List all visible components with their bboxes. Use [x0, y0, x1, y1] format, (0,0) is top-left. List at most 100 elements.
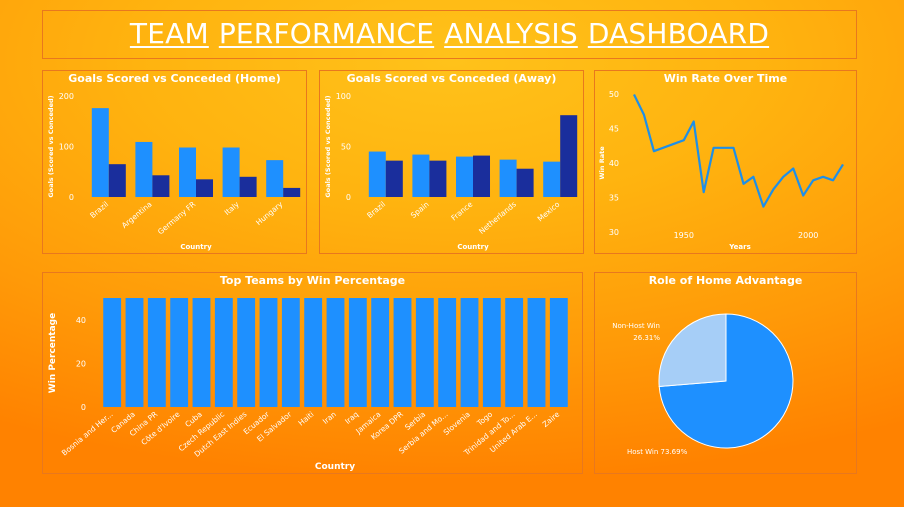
y-tick-label: 0	[81, 403, 86, 412]
y-axis-title: Goals (Scored vs Conceded)	[47, 95, 55, 197]
bar	[482, 298, 501, 407]
bar	[304, 298, 323, 407]
y-tick-label: 200	[59, 92, 74, 101]
y-tick-label: 35	[609, 194, 619, 203]
dashboard-title: TEAM PERFORMANCE ANALYSIS DASHBOARD	[43, 17, 856, 50]
y-axis-title: Win Percentage	[48, 313, 58, 393]
bar	[429, 160, 447, 197]
y-tick-label: 45	[609, 124, 619, 133]
y-tick-label: 100	[336, 92, 351, 101]
x-axis-title: Country	[180, 243, 212, 251]
bar	[415, 298, 434, 407]
bar	[125, 298, 144, 407]
win-rate-chart-panel[interactable]: Win Rate Over Time 30 35 40 45 50 1950 2000 Yea…	[594, 70, 857, 254]
pie-label-nonhost: Non-Host Win	[612, 322, 660, 330]
x-tick-label: Argentina	[120, 200, 154, 230]
x-tick-label: Mexico	[536, 199, 562, 223]
title-word: PERFORMANCE	[218, 17, 435, 50]
x-tick-label: Zaire	[541, 409, 562, 429]
y-tick-label: 100	[59, 143, 74, 152]
bar	[473, 155, 491, 197]
y-tick-label: 0	[346, 193, 351, 202]
home-advantage-chart-panel[interactable]: Role of Home Advantage Host Win 73.69% No…	[594, 272, 857, 474]
bar	[239, 176, 257, 197]
x-tick-label: 1950	[674, 231, 694, 240]
bar	[91, 108, 109, 197]
bar	[266, 160, 284, 197]
pie-label-host: Host Win 73.69%	[627, 448, 688, 456]
y-tick-label: 50	[609, 90, 619, 99]
bar	[455, 156, 473, 197]
bar	[152, 175, 170, 197]
dashboard-title-panel: TEAM PERFORMANCE ANALYSIS DASHBOARD	[42, 10, 857, 59]
bar	[516, 168, 534, 197]
bar	[222, 147, 240, 197]
bar	[283, 187, 301, 197]
away-goals-chart: 0 50 100 Brazil Spain France Netherlands Mexico…	[324, 92, 578, 251]
x-axis-title: Country	[457, 243, 489, 251]
away-goals-chart-panel[interactable]: Goals Scored vs Conceded (Away) 0 50 100 Br…	[319, 70, 584, 254]
bar	[281, 298, 300, 407]
bar	[438, 298, 457, 407]
pie-slice	[658, 313, 727, 388]
x-tick-label: Bosnia and Her...	[60, 410, 115, 458]
title-word: DASHBOARD	[587, 17, 770, 50]
home-goals-chart-panel[interactable]: Goals Scored vs Conceded (Home) 0 100 200 B…	[42, 70, 307, 254]
win-rate-line	[633, 94, 844, 208]
title-word: TEAM	[129, 17, 209, 50]
home-advantage-pie-chart: Host Win 73.69% Non-Host Win 26.31%	[612, 313, 794, 456]
bar	[549, 298, 568, 407]
pie-label-nonhost-pct: 26.31%	[633, 334, 660, 342]
bar	[170, 298, 189, 407]
bar	[108, 164, 126, 197]
bar	[259, 298, 278, 407]
bar	[543, 161, 561, 197]
x-tick-label: Germany FR	[156, 200, 197, 237]
bar	[237, 298, 256, 407]
bar	[371, 298, 390, 407]
x-tick-label: Haiti	[296, 410, 315, 428]
y-axis-title: Win Rate	[598, 146, 606, 180]
win-rate-chart: 30 35 40 45 50 1950 2000 Years Win Rate	[598, 90, 844, 251]
x-tick-label: Italy	[223, 199, 242, 217]
y-tick-label: 30	[609, 228, 619, 237]
title-word: ANALYSIS	[444, 17, 578, 50]
home-goals-chart: 0 100 200 Brazil Argentina Germany FR Italy Hun…	[47, 92, 301, 251]
bar	[326, 298, 345, 407]
y-tick-label: 40	[609, 159, 619, 168]
bar	[135, 141, 153, 197]
x-tick-label: Brazil	[88, 200, 110, 220]
x-tick-label: 2000	[798, 231, 818, 240]
bar	[178, 147, 196, 197]
y-tick-label: 40	[76, 316, 86, 325]
x-tick-label: Netherlands	[477, 200, 518, 236]
bar	[385, 160, 403, 197]
x-tick-label: Hungary	[254, 199, 285, 227]
top-teams-chart-panel[interactable]: Top Teams by Win Percentage 0 20 40 Bosnia …	[42, 272, 583, 474]
bar	[368, 151, 386, 197]
x-tick-label: Brazil	[365, 200, 387, 220]
x-tick-label: France	[449, 199, 474, 222]
bar	[196, 179, 214, 197]
y-tick-label: 20	[76, 359, 86, 368]
bar	[460, 298, 479, 407]
x-axis-title: Country	[315, 462, 355, 472]
bar	[505, 298, 524, 407]
x-tick-label: Iraq	[343, 409, 360, 425]
y-tick-label: 0	[69, 193, 74, 202]
bar	[527, 298, 546, 407]
bar	[348, 298, 367, 407]
y-tick-label: 50	[341, 143, 351, 152]
bar	[499, 159, 517, 197]
x-tick-label: Iran	[321, 409, 338, 425]
bar	[103, 298, 122, 407]
bar	[412, 154, 430, 197]
bar	[214, 298, 233, 407]
bar	[192, 298, 211, 407]
bar	[560, 115, 578, 197]
y-axis-title: Goals (Scored vs Conceded)	[324, 95, 332, 197]
bar	[393, 298, 412, 407]
top-teams-chart: 02040Bosnia and Her...CanadaChina PRCôte…	[48, 298, 568, 472]
x-tick-label: Spain	[409, 199, 431, 220]
bar	[147, 298, 166, 407]
